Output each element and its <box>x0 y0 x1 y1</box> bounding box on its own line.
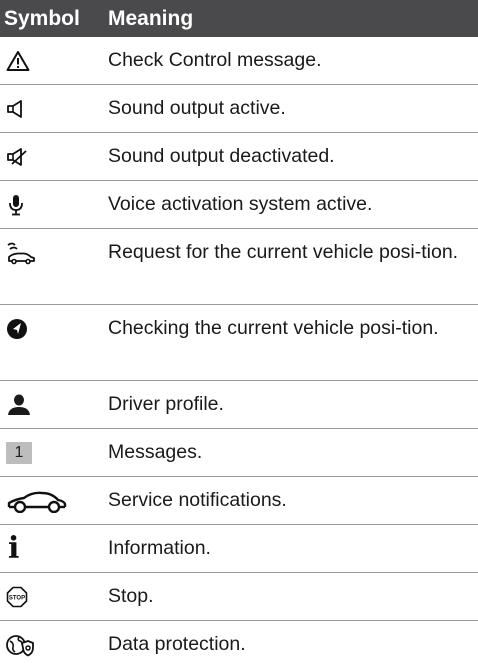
speaker-icon <box>0 85 108 132</box>
driver-profile-icon <box>0 381 108 428</box>
row-meaning: Service notifications. <box>108 489 287 511</box>
data-protection-icon <box>0 621 108 668</box>
row-meaning: Sound output active. <box>108 97 286 119</box>
row-meaning: Stop. <box>108 585 154 607</box>
navigation-arrow-icon <box>0 305 108 352</box>
vehicle-position-request-icon <box>0 229 108 276</box>
row-meaning: Information. <box>108 537 211 559</box>
info-icon: i <box>8 530 20 566</box>
table-row: Voice activation system active. <box>0 181 478 229</box>
table-row: Checking the current vehicle posi-tion. <box>0 305 478 381</box>
table-row: Data protection. <box>0 621 478 669</box>
message-count-badge: 1 <box>6 441 32 464</box>
table-row: Sound output active. <box>0 85 478 133</box>
table-row: Request for the current vehicle posi-tio… <box>0 229 478 305</box>
row-meaning: Request for the current vehicle posi-tio… <box>108 241 459 263</box>
symbol-table: Symbol Meaning Check Control message. So… <box>0 0 478 669</box>
row-meaning: Data protection. <box>108 633 246 655</box>
row-meaning: Sound output deactivated. <box>108 145 335 167</box>
header-symbol: Symbol <box>4 6 80 30</box>
svg-text:STOP: STOP <box>9 595 25 601</box>
header-meaning: Meaning <box>108 6 194 30</box>
row-meaning: Driver profile. <box>108 393 224 415</box>
table-row: STOP Stop. <box>0 573 478 621</box>
car-outline-icon <box>0 477 108 524</box>
table-row: i Information. <box>0 525 478 573</box>
row-meaning: Checking the current vehicle posi-tion. <box>108 317 439 339</box>
table-row: Check Control message. <box>0 37 478 85</box>
stop-sign-icon: STOP <box>0 573 108 620</box>
row-meaning: Check Control message. <box>108 49 322 71</box>
row-meaning: Voice activation system active. <box>108 193 373 215</box>
table-row: 1 Messages. <box>0 429 478 477</box>
microphone-icon <box>0 181 108 228</box>
table-row: Service notifications. <box>0 477 478 525</box>
speaker-muted-icon <box>0 133 108 180</box>
table-row: Driver profile. <box>0 381 478 429</box>
table-row: Sound output deactivated. <box>0 133 478 181</box>
table-header: Symbol Meaning <box>0 0 478 37</box>
warning-triangle-icon <box>0 37 108 84</box>
row-meaning: Messages. <box>108 441 203 463</box>
